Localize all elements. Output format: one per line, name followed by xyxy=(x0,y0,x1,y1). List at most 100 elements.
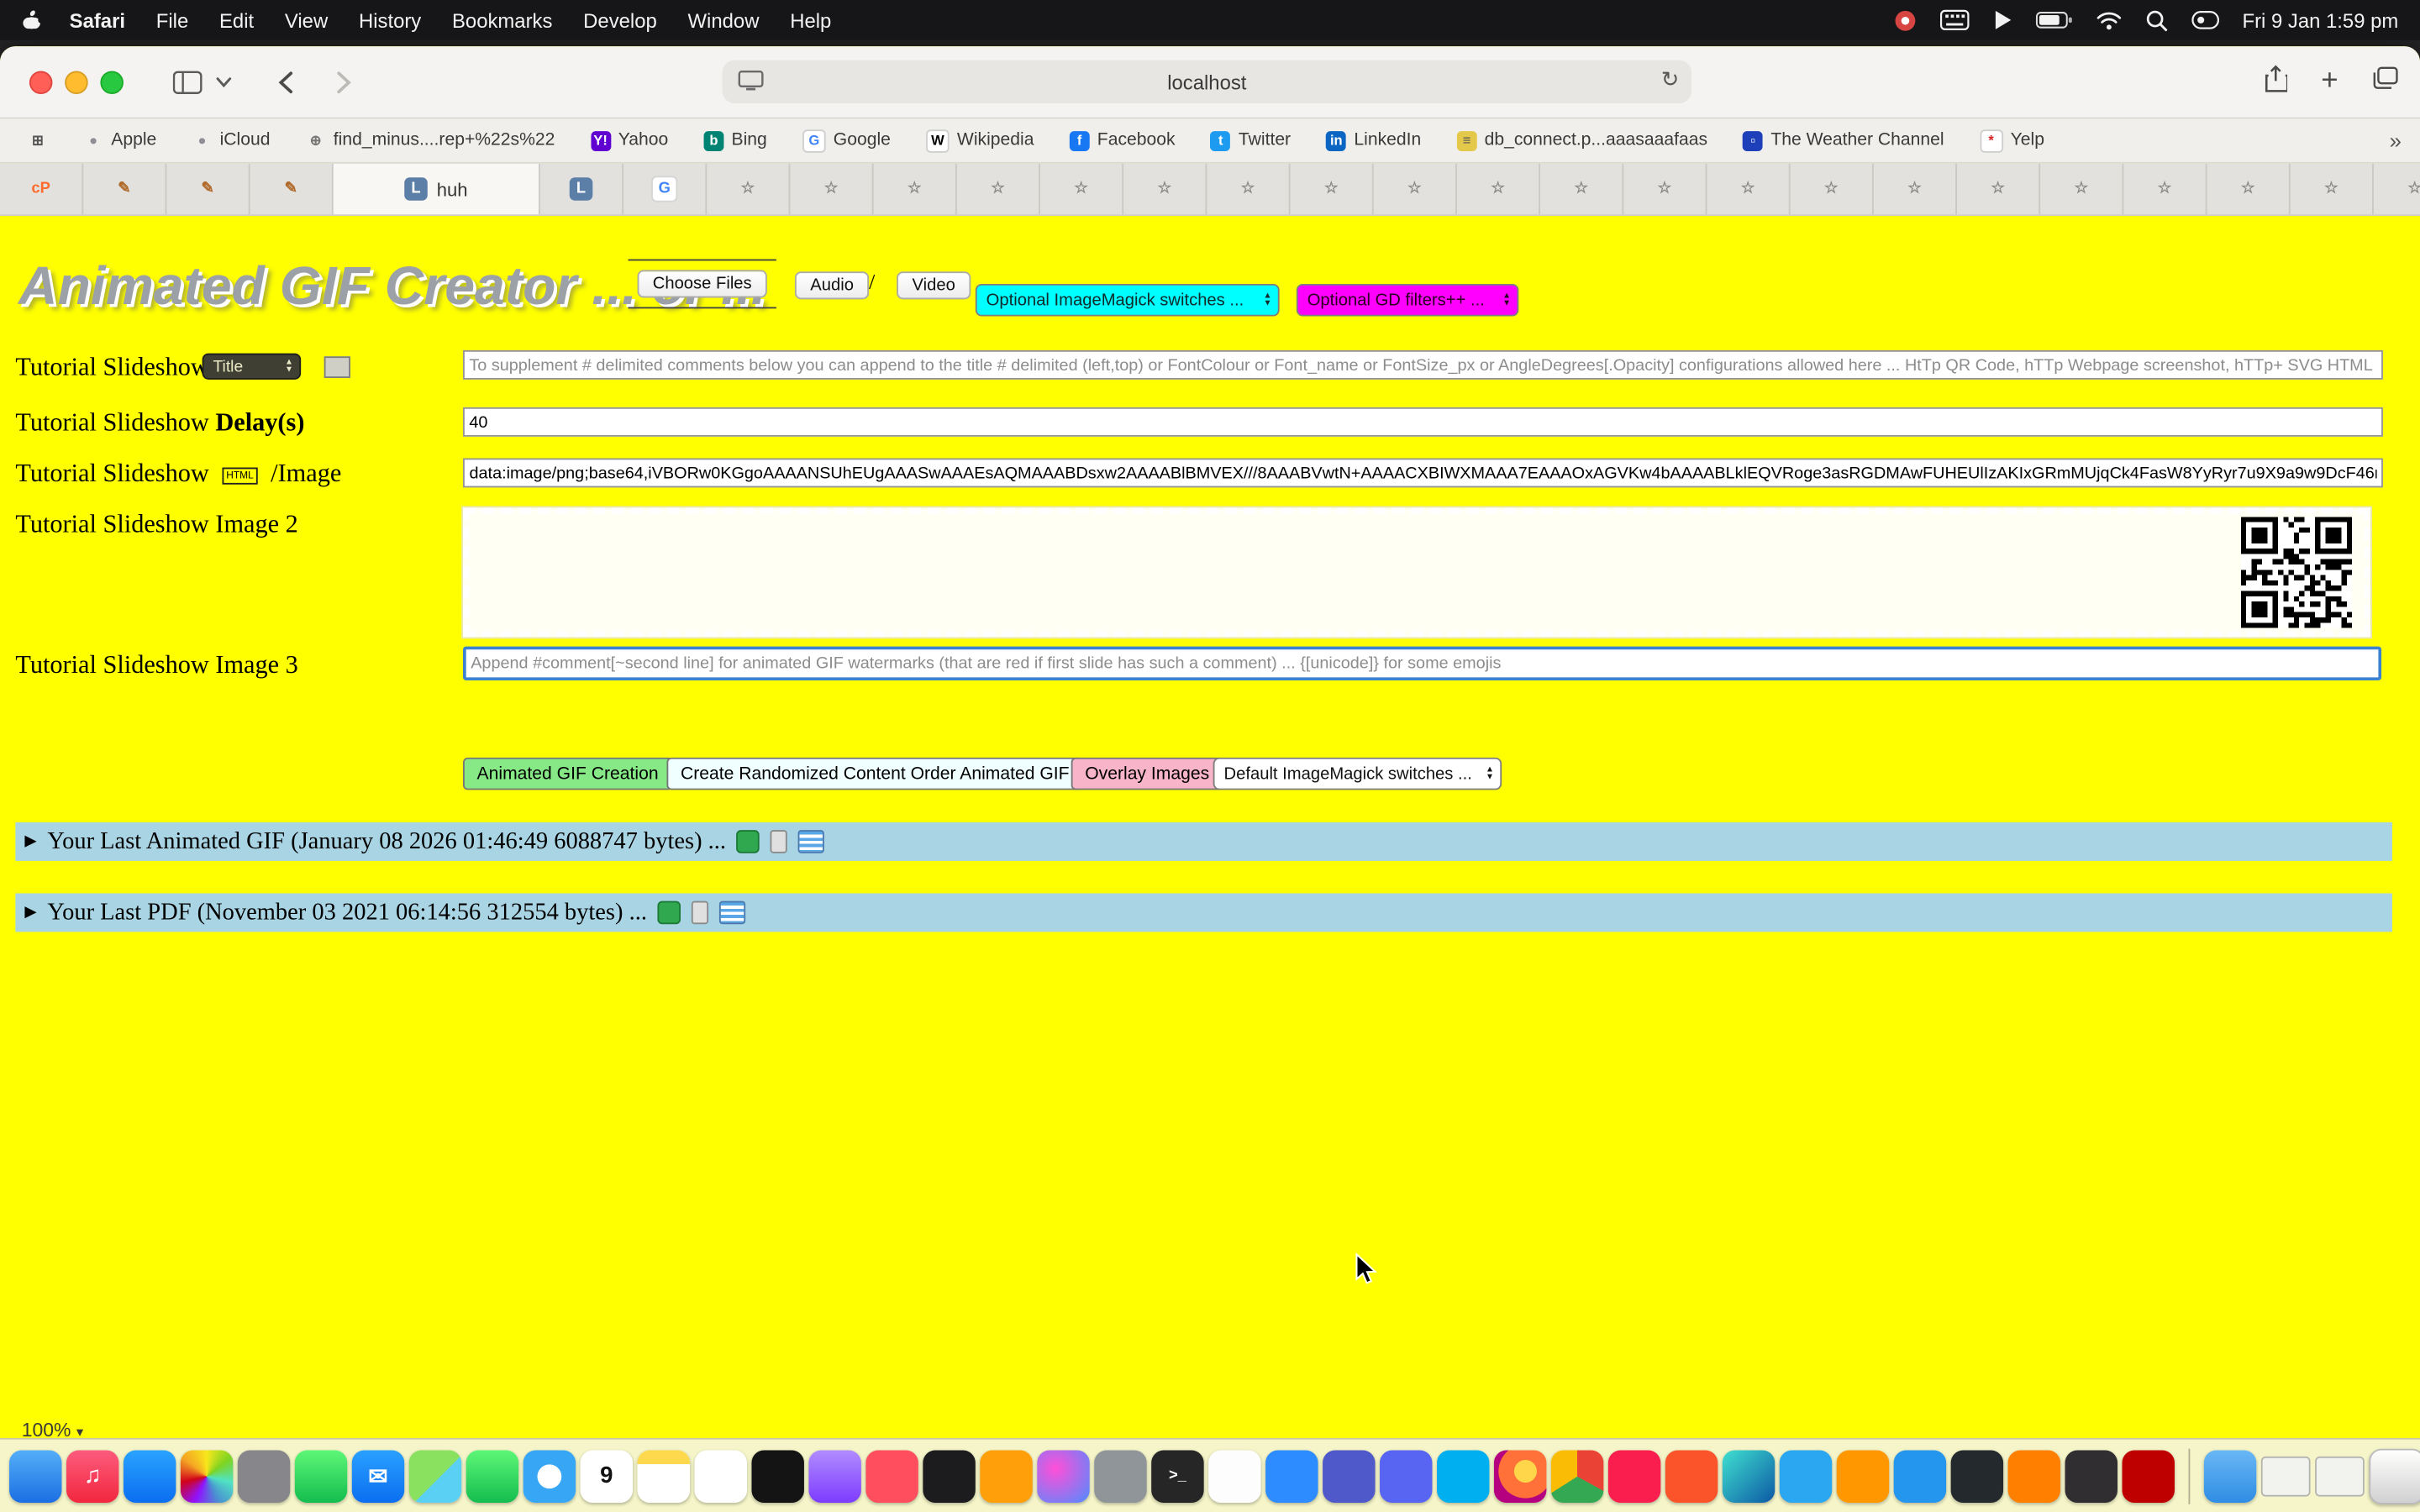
reminders[interactable] xyxy=(695,1450,747,1502)
image2-dropzone[interactable] xyxy=(463,507,2370,637)
messages[interactable] xyxy=(295,1450,347,1502)
tab-empty-6[interactable]: ☆ xyxy=(1123,164,1207,215)
address-bar[interactable]: localhost ↻ xyxy=(723,60,1691,103)
menu-view[interactable]: View xyxy=(270,8,344,32)
menu-history[interactable]: History xyxy=(344,8,437,32)
disclosure-triangle-icon[interactable]: ▶ xyxy=(24,833,36,850)
bookmark-bing[interactable]: bBing xyxy=(703,130,766,150)
print-icon[interactable] xyxy=(798,830,824,853)
skype[interactable] xyxy=(1437,1450,1489,1502)
notes[interactable] xyxy=(638,1450,690,1502)
textedit[interactable] xyxy=(1208,1450,1260,1502)
bookmark-yahoo[interactable]: Y!Yahoo xyxy=(591,130,669,150)
randomized-gif-button[interactable]: Create Randomized Content Order Animated… xyxy=(666,758,1083,790)
tab-cpanel[interactable]: cP xyxy=(0,164,83,215)
now-playing-icon[interactable] xyxy=(1992,9,2012,31)
sidebar-toggle-icon[interactable] xyxy=(164,59,210,105)
favorites-grid-icon[interactable]: ⊞ xyxy=(28,130,48,150)
tab-editor-3[interactable]: ✎ xyxy=(250,164,334,215)
zoom-window-button[interactable] xyxy=(100,71,124,94)
sidebar-chevron-icon[interactable] xyxy=(210,59,238,105)
imagemagick-switches-select[interactable]: Optional ImageMagick switches ... ▲▼ xyxy=(976,284,1280,317)
github[interactable] xyxy=(1951,1450,2003,1502)
settings[interactable] xyxy=(1094,1450,1146,1502)
control-center-icon[interactable] xyxy=(2191,11,2219,29)
sublime[interactable] xyxy=(1837,1450,1889,1502)
forward-button-icon[interactable] xyxy=(321,59,367,105)
discord[interactable] xyxy=(1380,1450,1432,1502)
downloads-folder[interactable] xyxy=(2204,1450,2256,1502)
minimized-window-1[interactable] xyxy=(2261,1456,2311,1496)
tab-empty-4[interactable]: ☆ xyxy=(957,164,1040,215)
tab-empty-8[interactable]: ☆ xyxy=(1291,164,1374,215)
bookmark-twitter[interactable]: tTwitter xyxy=(1211,130,1291,150)
firefox[interactable] xyxy=(1494,1450,1546,1502)
tab-empty-12[interactable]: ☆ xyxy=(1623,164,1707,215)
tv[interactable] xyxy=(751,1450,803,1502)
tab-empty-1[interactable]: ☆ xyxy=(707,164,790,215)
menu-app-name[interactable]: Safari xyxy=(54,8,140,32)
tab-editor-1[interactable]: ✎ xyxy=(83,164,166,215)
tab-empty-2[interactable]: ☆ xyxy=(790,164,873,215)
tab-l[interactable]: L xyxy=(540,164,623,215)
bookmark-find-minus[interactable]: ⊕find_minus....rep+%22s%22 xyxy=(306,130,555,150)
bookmark-linkedin[interactable]: inLinkedIn xyxy=(1326,130,1421,150)
photos[interactable] xyxy=(181,1450,233,1502)
close-window-button[interactable] xyxy=(29,71,53,94)
tab-empty-9[interactable]: ☆ xyxy=(1374,164,1457,215)
edge[interactable] xyxy=(1723,1450,1775,1502)
mobile-icon[interactable] xyxy=(692,901,708,925)
apple-menu-icon[interactable] xyxy=(22,8,42,32)
tab-empty-16[interactable]: ☆ xyxy=(1957,164,2040,215)
zoom-app[interactable] xyxy=(1265,1450,1318,1502)
stocks[interactable] xyxy=(923,1450,975,1502)
menu-file[interactable]: File xyxy=(140,8,203,32)
opera[interactable] xyxy=(1608,1450,1660,1502)
maps[interactable] xyxy=(409,1450,461,1502)
tab-empty-3[interactable]: ☆ xyxy=(874,164,957,215)
facetime[interactable] xyxy=(466,1450,518,1502)
siri[interactable] xyxy=(1037,1450,1089,1502)
tab-empty-15[interactable]: ☆ xyxy=(1874,164,1957,215)
finder[interactable] xyxy=(9,1450,61,1502)
last-animated-gif-section[interactable]: ▶Your Last Animated GIF (January 08 2026… xyxy=(15,822,2392,861)
title-config-input[interactable] xyxy=(463,350,2383,380)
bookmark-db-connect[interactable]: ≡db_connect.p...aaasaaafaas xyxy=(1457,130,1707,150)
tab-empty-20[interactable]: ☆ xyxy=(2291,164,2374,215)
title-select[interactable]: Title ▲▼ xyxy=(203,354,302,380)
animated-gif-creation-button[interactable]: Animated GIF Creation xyxy=(463,758,672,790)
video-button[interactable]: Video xyxy=(897,271,971,299)
chrome[interactable] xyxy=(1551,1450,1603,1502)
music[interactable]: ♫ xyxy=(66,1450,118,1502)
battery-icon[interactable] xyxy=(2035,9,2072,31)
favorites-overflow-chevron[interactable]: » xyxy=(2390,128,2402,152)
wifi-icon[interactable] xyxy=(2096,10,2122,30)
gd-filters-select[interactable]: Optional GD filters++ ... ▲▼ xyxy=(1297,284,1518,317)
spotlight-icon[interactable] xyxy=(2145,8,2169,32)
bookmark-facebook[interactable]: fFacebook xyxy=(1070,130,1176,150)
safari[interactable] xyxy=(523,1450,576,1502)
minimized-window-2[interactable] xyxy=(2315,1456,2365,1496)
delay-input[interactable] xyxy=(463,407,2383,437)
audio-button[interactable]: Audio xyxy=(795,271,869,299)
status-badge-icon[interactable] xyxy=(1893,8,1917,32)
mail[interactable]: ✉ xyxy=(352,1450,404,1502)
tab-empty-5[interactable]: ☆ xyxy=(1040,164,1123,215)
tab-empty-10[interactable]: ☆ xyxy=(1457,164,1540,215)
bookmark-apple[interactable]: ●Apple xyxy=(83,130,156,150)
obs[interactable] xyxy=(2065,1450,2118,1502)
vscode[interactable] xyxy=(1780,1450,1832,1502)
default-imagemagick-select[interactable]: Default ImageMagick switches ... ▲▼ xyxy=(1213,758,1502,790)
menu-develop[interactable]: Develop xyxy=(568,8,672,32)
calendar[interactable]: 9 xyxy=(581,1450,633,1502)
tab-empty-13[interactable]: ☆ xyxy=(1707,164,1790,215)
bookmark-weather-channel[interactable]: ▫The Weather Channel xyxy=(1743,130,1944,150)
menu-bookmarks[interactable]: Bookmarks xyxy=(437,8,568,32)
tab-overview-icon[interactable] xyxy=(2372,66,2398,97)
tab-empty-17[interactable]: ☆ xyxy=(2040,164,2123,215)
tab-empty-14[interactable]: ☆ xyxy=(1791,164,1874,215)
minimize-window-button[interactable] xyxy=(65,71,88,94)
docker[interactable] xyxy=(1894,1450,1946,1502)
menu-clock[interactable]: Fri 9 Jan 1:59 pm xyxy=(2242,8,2398,32)
tab-empty-21[interactable]: ☆ xyxy=(2374,164,2420,215)
